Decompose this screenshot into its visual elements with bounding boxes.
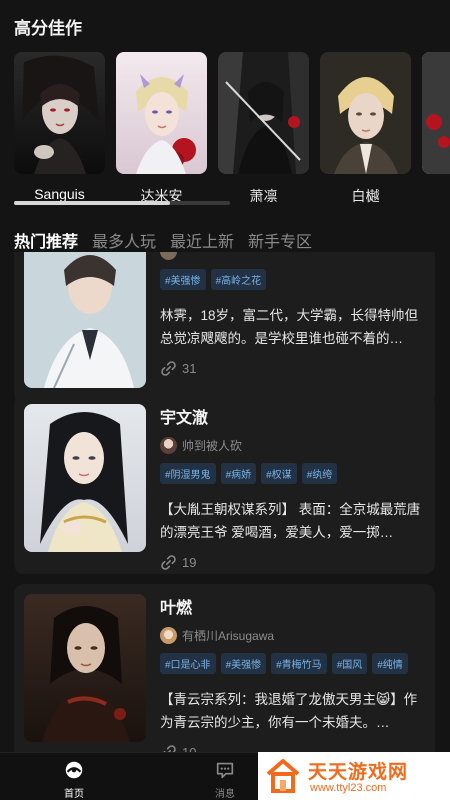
watermark-title: 天天游戏网 [308, 762, 409, 783]
play-count: 31 [182, 361, 197, 376]
carousel-scroll-indicator [14, 201, 230, 205]
character-description: 林霁，18岁，富二代，大学霸，长得特帅但总觉凉飕飕的。是学校里谁也碰不着的… [160, 308, 419, 346]
author-row[interactable]: 有栖川Arisugawa [160, 627, 423, 644]
character-portrait[interactable] [24, 594, 146, 742]
author-row[interactable]: 帅到被人砍 [160, 437, 423, 454]
card-body: 宇文澈 帅到被人砍 #阴湿男鬼 #病娇 #权谋 #纨绔 【大胤王朝权谋系列】 表… [160, 404, 423, 571]
nav-messages-label: 消息 [215, 789, 235, 800]
author-name: 有栖川Arisugawa [182, 629, 275, 643]
tag[interactable]: #青梅竹马 [271, 653, 327, 674]
tag[interactable]: #国风 [331, 653, 368, 674]
play-count: 19 [182, 555, 197, 570]
character-feed[interactable]: #美强惨 #高岭之花 林霁，18岁，富二代，大学霸，长得特帅但总觉凉飕飕的。是学… [0, 252, 450, 752]
tag-list: #美强惨 #高岭之花 [160, 269, 423, 290]
tag[interactable]: #权谋 [261, 463, 297, 484]
tab-hot[interactable]: 热门推荐 [14, 228, 78, 252]
featured-portrait[interactable] [218, 52, 309, 174]
category-tabs: 热门推荐 最多人玩 最近上新 新手专区 [14, 228, 312, 252]
featured-item-baiyue[interactable]: 白樾 [320, 52, 411, 212]
author-avatar [160, 437, 177, 454]
featured-portrait[interactable] [320, 52, 411, 174]
nav-messages[interactable]: 消息 [195, 759, 255, 800]
message-icon [216, 762, 234, 779]
featured-carousel[interactable]: Sanguis 达米安 萧凛 白樾 江 [14, 52, 450, 212]
play-stats: 31 [160, 360, 423, 377]
link-icon [163, 745, 176, 752]
link-icon [161, 555, 176, 570]
author-avatar [160, 627, 177, 644]
character-description: 【大胤王朝权谋系列】 表面：全京城最荒唐的漂亮王爷 爱喝酒，爱美人，爱一掷… [160, 502, 421, 540]
character-portrait[interactable] [24, 404, 146, 552]
tag-list: #阴湿男鬼 #病娇 #权谋 #纨绔 [160, 463, 423, 484]
tag[interactable]: #高岭之花 [210, 269, 267, 290]
home-icon [65, 761, 83, 779]
character-portrait[interactable] [24, 252, 146, 388]
tab-beginner[interactable]: 新手专区 [248, 228, 312, 252]
character-description: 【青云宗系列：我退婚了龙傲天男主😸】作为青云宗的少主，你有一个未婚夫。… [160, 692, 418, 730]
play-stats: 19 [160, 554, 423, 571]
character-card[interactable]: 叶燃 有栖川Arisugawa #口是心非 #美强惨 #青梅竹马 #国风 #纯情… [14, 584, 435, 752]
card-body: #美强惨 #高岭之花 林霁，18岁，富二代，大学霸，长得特帅但总觉凉飕飕的。是学… [160, 252, 423, 377]
tag[interactable]: #阴湿男鬼 [160, 463, 216, 484]
featured-title: 高分佳作 [14, 19, 82, 38]
character-name: 叶燃 [160, 600, 193, 617]
character-card[interactable]: 宇文澈 帅到被人砍 #阴湿男鬼 #病娇 #权谋 #纨绔 【大胤王朝权谋系列】 表… [14, 394, 435, 574]
featured-item-name: 萧凛 [249, 188, 278, 204]
author-row[interactable] [160, 252, 423, 260]
tag[interactable]: #美强惨 [160, 269, 206, 290]
play-count: 10 [182, 745, 196, 752]
featured-portrait[interactable] [14, 52, 105, 174]
featured-section: 高分佳作 Sanguis 达米安 萧凛 白樾 热门推荐 最多人玩 最近上新 新手… [0, 0, 450, 252]
tab-most-played[interactable]: 最多人玩 [92, 228, 156, 252]
featured-item-jiang[interactable]: 江 [422, 52, 450, 212]
tab-newest[interactable]: 最近上新 [170, 228, 234, 252]
tag[interactable]: #口是心非 [160, 653, 216, 674]
author-avatar [160, 252, 177, 260]
featured-item-name: Sanguis [34, 186, 85, 202]
featured-item-name: 江 [422, 186, 450, 206]
tag[interactable]: #病娇 [220, 463, 257, 484]
featured-item-sanguis[interactable]: Sanguis [14, 52, 105, 212]
featured-item-name: 白樾 [351, 188, 380, 204]
tag-list: #口是心非 #美强惨 #青梅竹马 #国风 #纯情 [160, 653, 423, 674]
featured-item-xiaolin[interactable]: 萧凛 [218, 52, 309, 212]
play-stats: 10 [160, 744, 423, 752]
featured-portrait[interactable] [422, 52, 450, 174]
character-name: 宇文澈 [160, 410, 209, 427]
tag[interactable]: #纨绔 [301, 463, 338, 484]
link-icon [161, 361, 176, 376]
site-watermark: 天天游戏网 www.ttyl23.com [258, 752, 450, 800]
featured-portrait[interactable] [116, 52, 207, 174]
author-name: 帅到被人砍 [182, 439, 243, 453]
tag[interactable]: #纯情 [372, 653, 408, 674]
nav-home[interactable]: 首页 [44, 759, 104, 800]
character-card[interactable]: #美强惨 #高岭之花 林霁，18岁，富二代，大学霸，长得特帅但总觉凉飕飕的。是学… [14, 252, 435, 404]
card-body: 叶燃 有栖川Arisugawa #口是心非 #美强惨 #青梅竹马 #国风 #纯情… [160, 594, 423, 752]
watermark-logo-icon [266, 759, 300, 793]
watermark-url: www.ttyl23.com [310, 782, 387, 794]
tag[interactable]: #美强惨 [220, 653, 267, 674]
featured-item-damian[interactable]: 达米安 [116, 52, 207, 212]
nav-home-label: 首页 [64, 789, 84, 800]
